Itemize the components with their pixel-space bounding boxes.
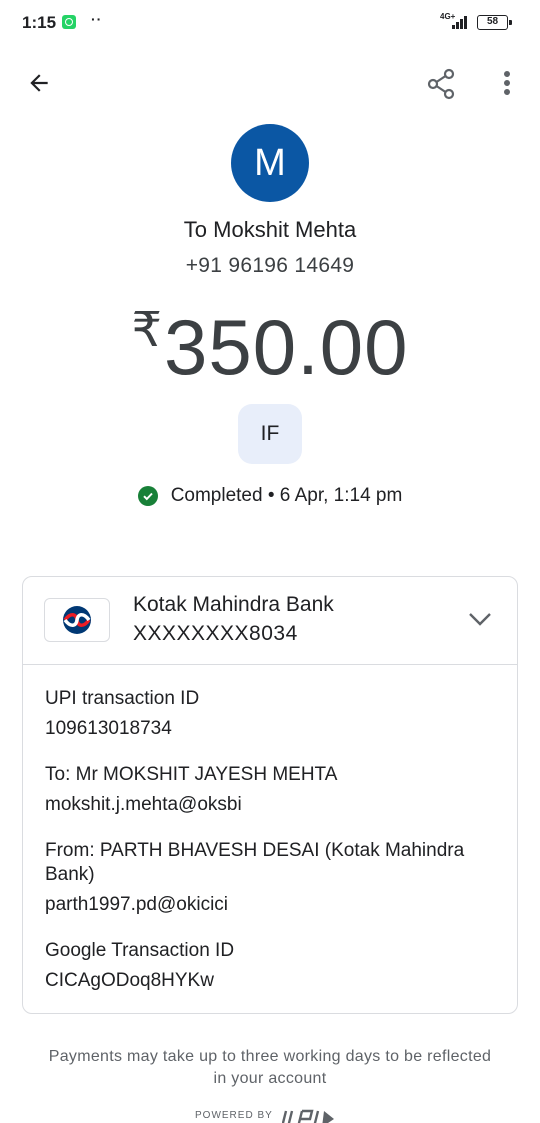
- detail-value[interactable]: mokshit.j.mehta@oksbi: [45, 793, 505, 817]
- bank-name: Kotak Mahindra Bank: [133, 593, 334, 616]
- detail-label: Google Transaction ID: [45, 940, 235, 961]
- payment-status: Completed • 6 Apr, 1:14 pm: [0, 485, 540, 507]
- currency-symbol: ₹: [131, 304, 162, 357]
- more-options-button[interactable]: [492, 65, 522, 103]
- share-button[interactable]: [422, 65, 460, 103]
- battery-icon: 58: [477, 15, 512, 30]
- detail-label: To: Mr MOKSHIT JAYESH MEHTA: [45, 764, 338, 785]
- detail-value[interactable]: parth1997.pd@okicici: [45, 893, 505, 917]
- payment-amount: ₹350.00: [0, 302, 540, 393]
- detail-value[interactable]: 109613018734: [45, 717, 505, 741]
- upi-transaction-id: UPI transaction ID 109613018734: [45, 687, 505, 741]
- payment-badge: IF: [238, 404, 302, 464]
- amount-value: 350.00: [163, 303, 409, 391]
- google-transaction-id: Google Transaction ID CICAgODoq8HYKw: [45, 939, 505, 993]
- back-button[interactable]: [22, 66, 56, 100]
- more-notifications-icon: ··: [91, 11, 103, 27]
- detail-label: UPI transaction ID: [45, 688, 200, 709]
- bank-account-row[interactable]: Kotak Mahindra Bank XXXXXXXX8034: [23, 577, 517, 665]
- payment-status-text: Completed • 6 Apr, 1:14 pm: [170, 485, 403, 506]
- check-circle-icon: [137, 486, 158, 506]
- recipient-detail: To: Mr MOKSHIT JAYESH MEHTA mokshit.j.me…: [45, 763, 505, 817]
- payee-phone: +91 96196 14649: [185, 254, 355, 277]
- status-bar: 1:15 ·· 4G+ 58: [0, 0, 540, 46]
- payee-avatar: M: [231, 124, 309, 202]
- transaction-details-card: Kotak Mahindra Bank XXXXXXXX8034 UPI tra…: [22, 576, 518, 1014]
- signal-icon: [452, 15, 470, 29]
- whatsapp-notification-icon: [62, 15, 76, 29]
- sender-detail: From: PARTH BHAVESH DESAI (Kotak Mahindr…: [45, 839, 505, 917]
- share-icon: [427, 68, 455, 100]
- kotak-bank-logo: [44, 598, 110, 642]
- detail-label: From: PARTH BHAVESH DESAI (Kotak Mahindr…: [45, 840, 465, 885]
- footer-note: Payments may take up to three working da…: [48, 1048, 492, 1087]
- powered-by-label: POWERED BY: [195, 1110, 273, 1121]
- more-vert-icon: [504, 71, 510, 95]
- detail-value[interactable]: CICAgODoq8HYKw: [45, 969, 505, 993]
- arrow-back-icon: [30, 74, 48, 92]
- chevron-down-icon[interactable]: [467, 609, 493, 629]
- payee-name: To Mokshit Mehta: [183, 217, 357, 242]
- upi-logo: [282, 1109, 334, 1123]
- bank-account-number: XXXXXXXX8034: [133, 622, 298, 645]
- status-time: 1:15: [22, 13, 57, 32]
